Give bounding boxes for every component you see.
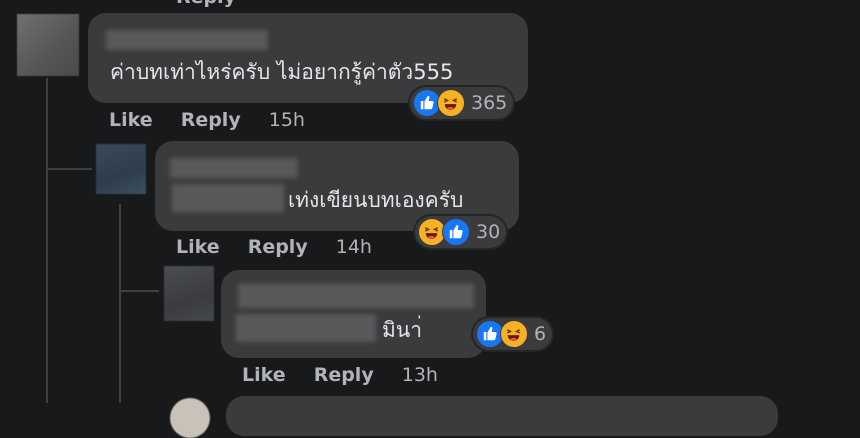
timestamp[interactable]: 15h <box>269 109 305 131</box>
comment-actions-1: Like Reply 15h <box>109 109 305 131</box>
reply-button[interactable]: Reply <box>181 109 241 131</box>
avatar[interactable] <box>17 14 79 76</box>
comment-bubble-partial <box>226 396 778 436</box>
like-button[interactable]: Like <box>242 364 286 386</box>
reaction-summary-3[interactable]: 6 <box>473 318 553 350</box>
avatar[interactable] <box>164 266 214 321</box>
timestamp[interactable]: 14h <box>336 236 372 258</box>
commenter-name-2[interactable] <box>170 158 298 178</box>
commenter-tag-3[interactable] <box>236 314 376 342</box>
reaction-summary-1[interactable]: 365 <box>410 87 514 119</box>
reaction-summary-2[interactable]: 30 <box>415 216 507 248</box>
haha-reaction-icon <box>500 320 528 348</box>
comment-text-2: เท่งเขียนบทเองครับ <box>288 188 464 212</box>
thread-line-sub <box>119 204 121 403</box>
top-partial-actions: Reply <box>176 0 258 8</box>
like-reaction-icon <box>442 218 470 246</box>
reply-button-top[interactable]: Reply <box>176 0 236 8</box>
commenter-tag-2[interactable] <box>172 184 284 212</box>
like-button[interactable]: Like <box>176 236 220 258</box>
thread-connector-1 <box>46 168 92 170</box>
timestamp[interactable]: 13h <box>402 364 438 386</box>
commenter-name-3[interactable] <box>238 284 474 308</box>
reply-button[interactable]: Reply <box>314 364 374 386</box>
comment-actions-2: Like Reply 14h <box>176 236 372 258</box>
reply-button[interactable]: Reply <box>248 236 308 258</box>
thread-line-main <box>46 78 48 403</box>
comment-text-3: มินา่ <box>382 318 422 342</box>
reaction-count-3: 6 <box>534 323 547 345</box>
reaction-count-1: 365 <box>471 92 508 114</box>
commenter-name-1[interactable] <box>106 30 268 50</box>
avatar[interactable] <box>170 398 210 438</box>
thread-connector-2 <box>119 290 159 292</box>
haha-reaction-icon <box>437 89 465 117</box>
comment-actions-3: Like Reply 13h <box>242 364 438 386</box>
avatar[interactable] <box>96 144 146 194</box>
comment-text-1: ค่าบทเท่าไหร่ครับ ไม่อยากรู้ค่าตัว555 <box>110 60 454 84</box>
like-button[interactable]: Like <box>109 109 153 131</box>
reaction-count-2: 30 <box>476 221 501 243</box>
